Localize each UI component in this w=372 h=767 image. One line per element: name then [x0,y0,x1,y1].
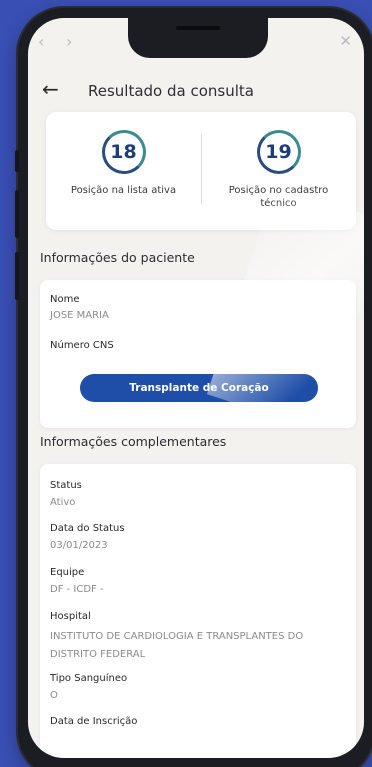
position-card: 18 Posição na lista ativa 19 Posição no … [46,112,356,230]
app-screen: ‹ › ✕ ← Resultado da consulta 18 Posição… [28,18,364,758]
field-label-team: Equipe [50,567,85,578]
transplant-type-button[interactable]: Transplante de Coração [80,374,318,402]
position-label: Posição na lista ativa [70,185,177,196]
section-title-complementary: Informações complementares [40,434,227,449]
phone-volume-up-button [15,190,19,238]
chevron-right-icon[interactable]: › [66,32,72,51]
field-label-name: Nome [50,294,80,305]
phone-volume-down-button [15,252,19,300]
close-icon[interactable]: ✕ [339,32,352,50]
field-value-name: JOSE MARIA [50,310,109,321]
patient-card [40,280,356,428]
position-label: Posição no cadastro técnico [228,185,329,209]
position-active-list: 18 Posição na lista ativa [46,112,201,230]
section-title-patient: Informações do paciente [40,250,195,265]
field-label-status-date: Data do Status [50,523,125,534]
phone-side-button [15,150,19,172]
chevron-left-icon[interactable]: ‹ [38,32,44,51]
position-technical-registry: 19 Posição no cadastro técnico [201,112,356,230]
field-label-blood-type: Tipo Sanguíneo [50,673,128,684]
page-title: Resultado da consulta [88,82,254,100]
phone-notch [128,18,268,58]
arrow-left-icon[interactable]: ← [42,77,59,101]
field-label-cns: Número CNS [50,340,114,351]
field-value-status: Ativo [50,497,76,508]
field-value-blood-type: O [50,690,58,701]
field-value-hospital: INSTITUTO DE CARDIOLOGIA E TRANSPLANTES … [50,631,304,660]
position-number-badge: 19 [256,130,301,174]
field-label-registration-date: Data de Inscrição [50,716,138,727]
field-label-status: Status [50,480,82,491]
page-header: ← Resultado da consulta [28,74,364,110]
field-value-status-date: 03/01/2023 [50,540,108,551]
field-label-hospital: Hospital [50,611,91,622]
position-number-badge: 18 [101,130,146,174]
field-value-team: DF - ICDF - [50,584,104,595]
